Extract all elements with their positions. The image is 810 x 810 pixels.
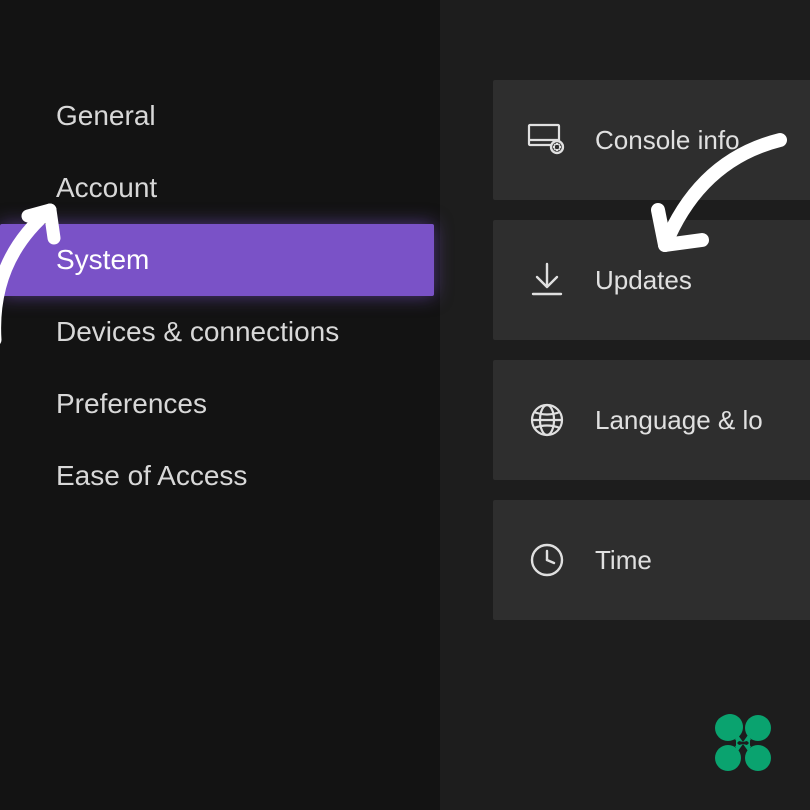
tile-label: Updates [595, 265, 692, 296]
download-icon [527, 260, 567, 300]
console-info-icon [527, 120, 567, 160]
sidebar-item-label: Ease of Access [56, 460, 247, 492]
tile-console-info[interactable]: Console info [493, 80, 810, 200]
sidebar-item-label: Preferences [56, 388, 207, 420]
sidebar-item-system[interactable]: System [0, 224, 434, 296]
settings-sidebar: General Account System Devices & connect… [0, 0, 440, 810]
tile-updates[interactable]: Updates [493, 220, 810, 340]
tile-label: Time [595, 545, 652, 576]
sidebar-item-preferences[interactable]: Preferences [0, 368, 440, 440]
sidebar-item-ease-of-access[interactable]: Ease of Access [0, 440, 440, 512]
tile-language-location[interactable]: Language & lo [493, 360, 810, 480]
clock-icon [527, 540, 567, 580]
system-tiles-panel: Console info Updates [455, 0, 810, 810]
sidebar-item-label: System [56, 244, 149, 276]
sidebar-item-label: Devices & connections [56, 316, 339, 348]
tile-label: Language & lo [595, 405, 763, 436]
tile-label: Console info [595, 125, 740, 156]
sidebar-item-general[interactable]: General [0, 80, 440, 152]
sidebar-item-account[interactable]: Account [0, 152, 440, 224]
sidebar-item-label: Account [56, 172, 157, 204]
sidebar-item-devices[interactable]: Devices & connections [0, 296, 440, 368]
brand-logo [706, 708, 780, 782]
tile-time[interactable]: Time [493, 500, 810, 620]
sidebar-item-label: General [56, 100, 156, 132]
globe-icon [527, 400, 567, 440]
